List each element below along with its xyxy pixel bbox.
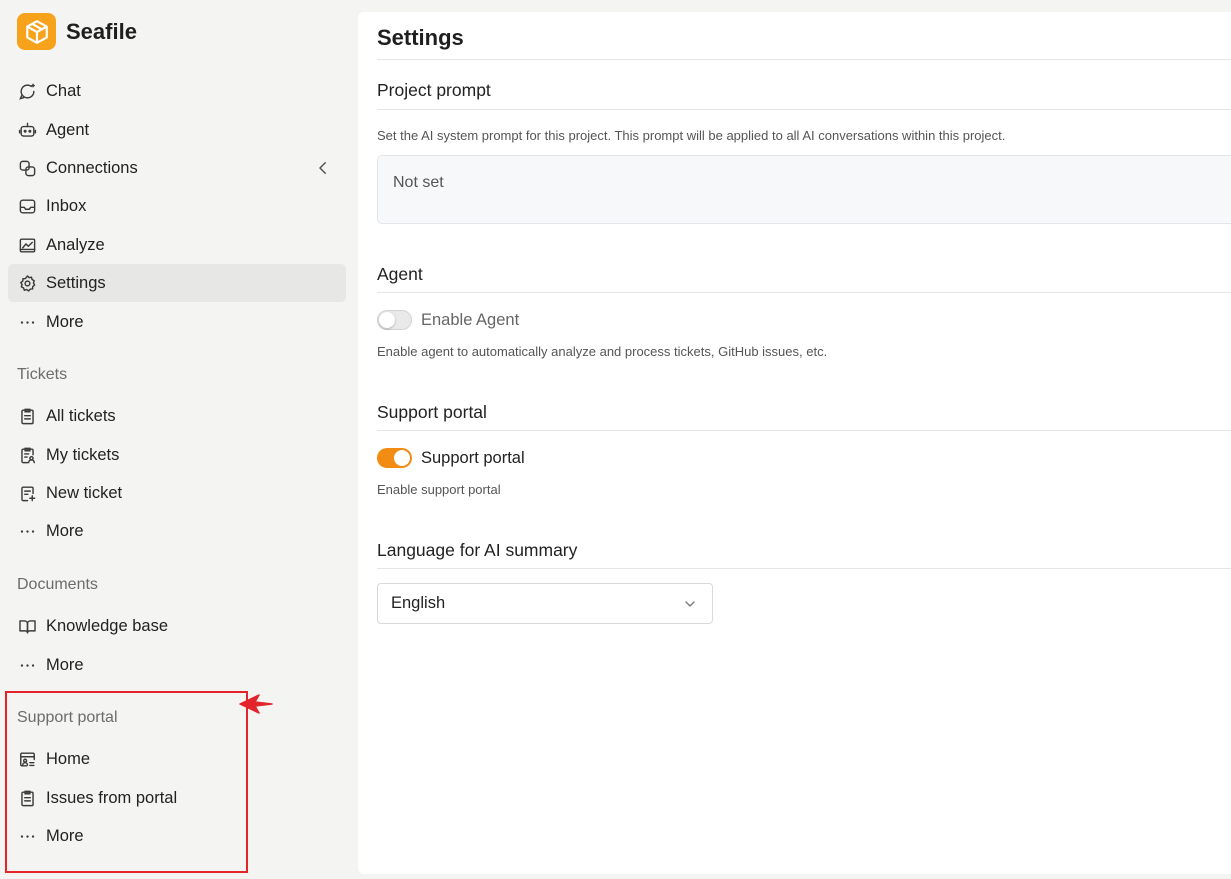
sidebar-item-analyze[interactable]: Analyze <box>8 226 346 264</box>
agent-description: Enable agent to automatically analyze an… <box>377 344 828 359</box>
clipboard-icon <box>17 406 37 426</box>
clipboard-user-icon <box>17 445 37 465</box>
sidebar-item-label: Connections <box>46 158 138 177</box>
more-icon <box>17 312 37 332</box>
inbox-icon <box>17 196 37 216</box>
support-portal-description: Enable support portal <box>377 482 501 497</box>
sidebar-item-label: Knowledge base <box>46 616 169 635</box>
sidebar-item-chat[interactable]: Chat <box>8 72 346 110</box>
section-heading-project-prompt: Project prompt <box>377 80 491 100</box>
toggle-knob <box>394 450 410 466</box>
sidebar-item-label: More <box>46 655 84 674</box>
section-title-documents: Documents <box>17 576 98 593</box>
enable-agent-toggle[interactable] <box>377 310 412 330</box>
sidebar-item-label: Inbox <box>46 196 87 215</box>
sidebar-item-knowledge-base[interactable]: Knowledge base <box>8 607 346 645</box>
language-selected-value: English <box>391 594 446 612</box>
sidebar-item-label: Agent <box>46 120 90 139</box>
divider <box>377 292 1231 293</box>
sidebar-item-new-ticket[interactable]: New ticket <box>8 474 346 512</box>
sidebar-item-label: Settings <box>46 273 106 292</box>
chat-icon <box>17 81 37 101</box>
sidebar-item-all-tickets[interactable]: All tickets <box>8 397 346 435</box>
chart-icon <box>17 235 37 255</box>
link-icon <box>17 158 37 178</box>
sidebar-item-settings[interactable]: Settings <box>8 264 346 302</box>
section-heading-agent: Agent <box>377 264 423 284</box>
divider <box>377 109 1231 110</box>
support-portal-toggle[interactable] <box>377 448 412 468</box>
more-icon <box>17 655 37 675</box>
sidebar-item-tickets-more[interactable]: More <box>8 512 346 550</box>
sidebar-item-label: More <box>46 521 84 540</box>
clipboard-plus-icon <box>17 483 37 503</box>
sidebar-item-label: Analyze <box>46 235 105 254</box>
section-heading-language: Language for AI summary <box>377 540 578 560</box>
project-prompt-field[interactable]: Not set <box>377 155 1231 224</box>
divider <box>377 568 1231 569</box>
highlight-box <box>5 691 248 873</box>
settings-panel: Settings Project prompt Set the AI syste… <box>358 12 1231 874</box>
sidebar: Seafile Chat Agent Connections Inbox Ana… <box>0 0 358 879</box>
sidebar-item-label: Chat <box>46 81 81 100</box>
arrow-pointer-icon <box>239 694 273 714</box>
app-window: Seafile Chat Agent Connections Inbox Ana… <box>0 0 1231 879</box>
sidebar-item-documents-more[interactable]: More <box>8 646 346 684</box>
book-icon <box>17 616 37 636</box>
brand-name: Seafile <box>66 18 137 44</box>
sidebar-item-agent[interactable]: Agent <box>8 111 346 149</box>
enable-agent-row: Enable Agent <box>377 309 519 331</box>
sidebar-item-label: New ticket <box>46 483 123 502</box>
page-title: Settings <box>377 25 464 50</box>
sidebar-item-label: More <box>46 312 84 331</box>
divider <box>377 59 1231 60</box>
section-heading-support-portal: Support portal <box>377 402 487 422</box>
enable-agent-label: Enable Agent <box>421 310 520 329</box>
toggle-knob <box>379 312 395 328</box>
sidebar-item-label: My tickets <box>46 445 120 464</box>
project-prompt-value: Not set <box>393 174 444 191</box>
more-icon <box>17 521 37 541</box>
support-portal-label: Support portal <box>421 448 525 467</box>
sidebar-item-my-tickets[interactable]: My tickets <box>8 436 346 474</box>
sidebar-item-connections[interactable]: Connections <box>8 149 346 187</box>
support-portal-row: Support portal <box>377 447 525 469</box>
divider <box>377 430 1231 431</box>
sidebar-item-inbox[interactable]: Inbox <box>8 187 346 225</box>
sidebar-item-more[interactable]: More <box>8 303 346 341</box>
section-title-tickets: Tickets <box>17 366 68 383</box>
language-select[interactable]: English <box>377 583 713 624</box>
brand[interactable]: Seafile <box>17 13 137 50</box>
gear-icon <box>17 273 37 293</box>
chevron-down-icon <box>682 596 698 612</box>
sidebar-item-label: All tickets <box>46 406 116 425</box>
chevron-left-icon[interactable] <box>314 159 332 177</box>
seafile-logo-icon <box>17 13 56 50</box>
project-prompt-description: Set the AI system prompt for this projec… <box>377 128 1006 143</box>
robot-icon <box>17 120 37 140</box>
